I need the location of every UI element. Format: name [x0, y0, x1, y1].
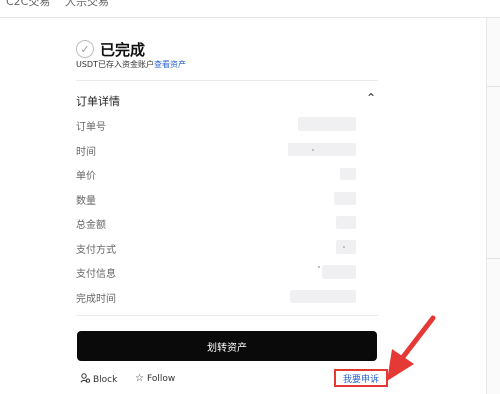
chevron-up-icon[interactable]: ⌃ — [366, 91, 376, 105]
view-assets-link[interactable]: 查看资产 — [154, 60, 186, 69]
side-panel — [486, 18, 500, 394]
follow-button[interactable]: ☆ Follow — [135, 373, 175, 384]
total-amount-label: 总金额 — [76, 220, 106, 231]
star-icon: ☆ — [135, 373, 144, 384]
top-nav: C2C交易 大宗交易 — [0, 0, 500, 18]
redaction-speck — [318, 266, 320, 268]
side-panel-divider — [487, 86, 500, 87]
divider — [76, 80, 378, 81]
payment-info-label: 支付信息 — [76, 269, 116, 280]
time-label: 时间 — [76, 147, 96, 158]
user-block-icon — [80, 373, 91, 386]
side-panel-divider — [487, 258, 500, 259]
order-details-header[interactable]: 订单详情 ⌃ — [76, 91, 378, 108]
status-subtitle: USDT已存入资金账户查看资产 — [76, 59, 186, 70]
divider — [76, 315, 378, 316]
block-label: Block — [93, 374, 118, 385]
transfer-assets-button[interactable]: 划转资产 — [77, 331, 377, 361]
appeal-link[interactable]: 我要申诉 — [334, 369, 388, 387]
redaction-speck — [343, 246, 345, 248]
order-number-label: 订单号 — [76, 122, 106, 133]
check-circle-icon: ✓ — [76, 40, 94, 58]
unit-price-label: 单价 — [76, 171, 96, 182]
status-title: 已完成 — [100, 40, 146, 59]
redacted-payment-method — [336, 240, 356, 254]
redacted-payment-info — [322, 265, 356, 279]
redacted-complete-time — [290, 290, 356, 303]
appeal-link-label: 我要申诉 — [342, 374, 379, 385]
quantity-label: 数量 — [76, 196, 96, 207]
order-status: ✓ 已完成 — [76, 38, 145, 60]
redacted-quantity — [334, 192, 356, 205]
redaction-speck — [312, 149, 314, 151]
redacted-time — [288, 143, 356, 156]
tab-block-trade[interactable]: 大宗交易 — [65, 0, 109, 8]
redacted-total — [336, 216, 356, 229]
status-message: USDT已存入资金账户 — [76, 60, 154, 69]
redacted-order-number — [298, 117, 356, 131]
order-details-title: 订单详情 — [76, 95, 120, 108]
payment-method-label: 支付方式 — [76, 245, 116, 256]
tab-c2c-trade[interactable]: C2C交易 — [6, 0, 50, 8]
block-button[interactable]: Block — [80, 373, 117, 386]
redacted-unit-price — [340, 168, 356, 180]
complete-time-label: 完成时间 — [76, 294, 116, 305]
follow-label: Follow — [146, 373, 176, 384]
